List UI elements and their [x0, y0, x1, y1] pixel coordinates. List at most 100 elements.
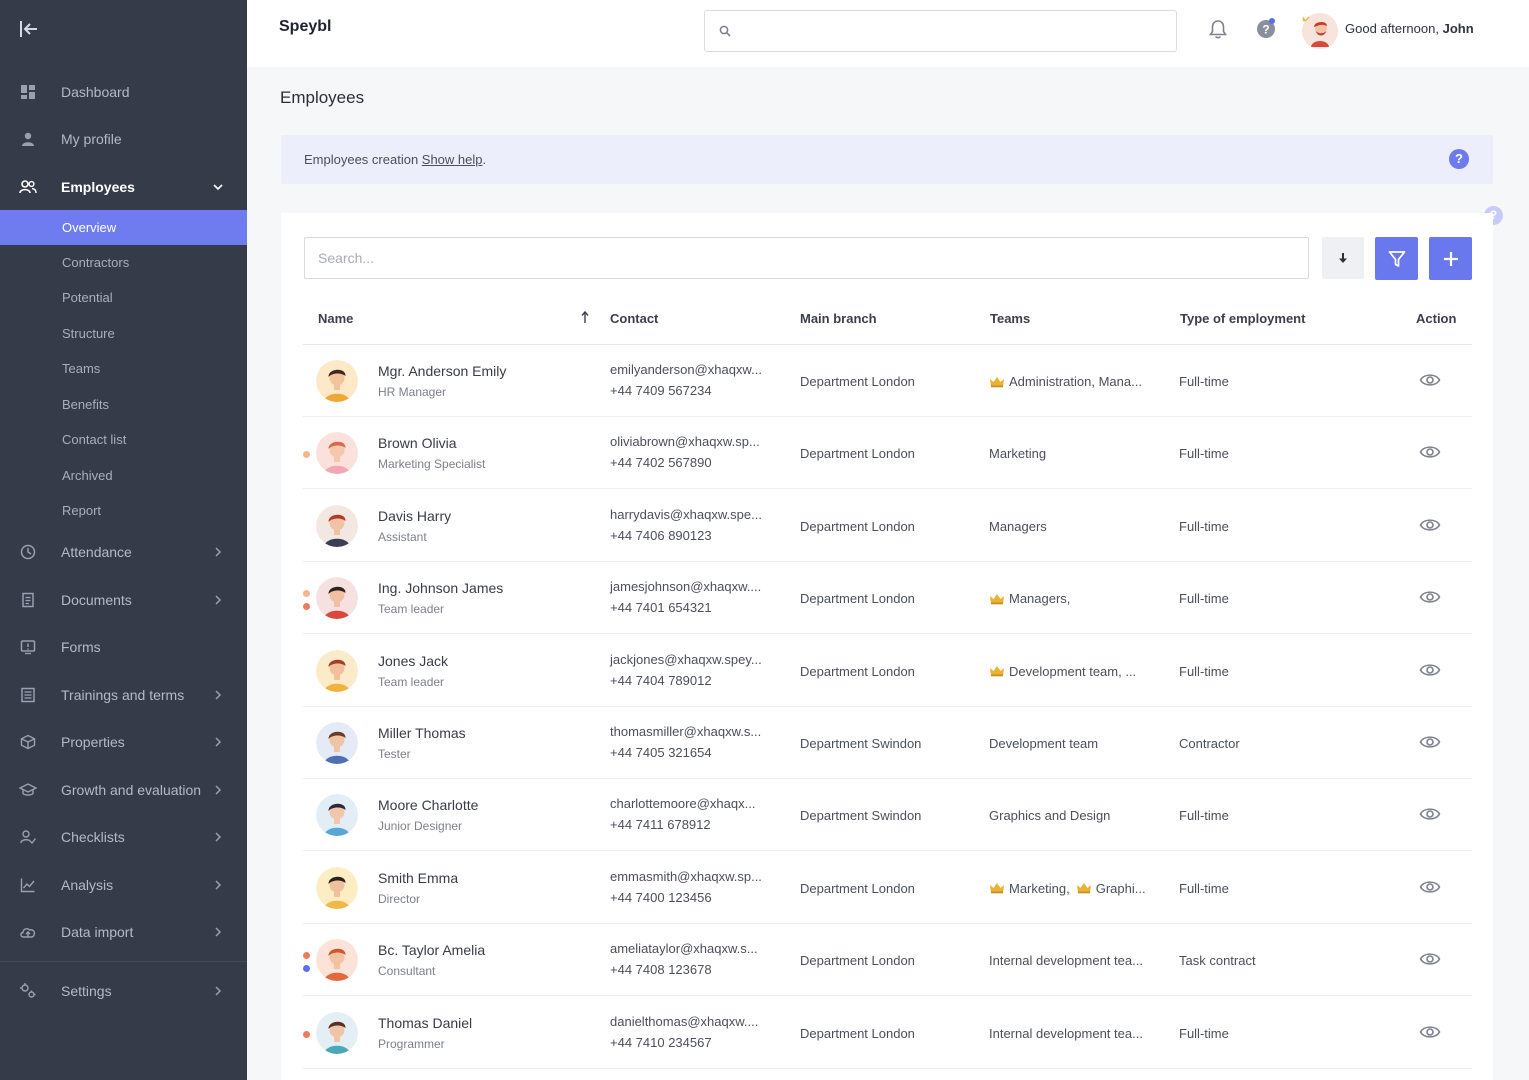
team-label: Marketing, — [1009, 880, 1070, 896]
view-eye-icon[interactable] — [1419, 951, 1441, 967]
employee-position: Tester — [378, 747, 411, 761]
avatar[interactable] — [316, 722, 358, 764]
sidebar-subitem-teams[interactable]: Teams — [0, 351, 247, 386]
avatar[interactable] — [316, 1011, 358, 1054]
avatar[interactable] — [316, 649, 358, 692]
sidebar-item-trainings[interactable]: Trainings and terms — [0, 675, 247, 715]
view-eye-icon[interactable] — [1419, 372, 1441, 388]
employee-email: charlottemoore@xhaqx... — [610, 796, 756, 812]
avatar[interactable] — [316, 939, 358, 982]
avatar[interactable] — [316, 432, 358, 475]
table-row[interactable]: Thomas Daniel Programmer danielthomas@xhaq… — [303, 997, 1472, 1069]
subitem-label: Report — [62, 503, 102, 518]
employee-position: Programmer — [378, 1036, 445, 1051]
column-header-name[interactable]: Name — [318, 311, 353, 326]
table-row[interactable]: Bc. Taylor Amelia Consultant ameliataylor@… — [303, 924, 1472, 997]
avatar[interactable] — [316, 866, 358, 909]
sidebar-subitem-overview[interactable]: Overview — [0, 210, 247, 245]
sidebar-item-growth[interactable]: Growth and evaluation — [0, 770, 247, 810]
sidebar-item-checklists[interactable]: Checklists — [0, 817, 247, 857]
employment-type: Full-time — [1179, 374, 1229, 389]
sidebar-item-settings[interactable]: Settings — [0, 971, 247, 1011]
column-header-main-branch[interactable]: Main branch — [800, 311, 877, 326]
sidebar-subitem-archived[interactable]: Archived — [0, 458, 247, 493]
bell-icon[interactable] — [1207, 18, 1229, 40]
table-row[interactable]: Moore Charlotte Junior Designer charlottem… — [303, 779, 1472, 852]
form-icon — [19, 638, 37, 656]
team-label: Administration, Mana... — [1009, 374, 1142, 389]
employee-phone: +44 7404 789012 — [610, 672, 712, 688]
sidebar-item-analysis[interactable]: Analysis — [0, 865, 247, 905]
add-employee-button[interactable] — [1429, 237, 1472, 280]
view-eye-icon[interactable] — [1419, 1024, 1441, 1040]
sidebar-subitem-contact-list[interactable]: Contact list — [0, 422, 247, 457]
sidebar-subitem-report[interactable]: Report — [0, 493, 247, 528]
sidebar-subitem-benefits[interactable]: Benefits — [0, 387, 247, 422]
filter-button[interactable] — [1375, 237, 1418, 280]
chevron-right-icon — [215, 595, 222, 605]
sidebar-subitem-contractors[interactable]: Contractors — [0, 245, 247, 280]
collapse-sidebar-icon[interactable] — [18, 18, 40, 40]
question-icon[interactable]: ? — [1449, 149, 1469, 169]
team-label: Development team — [989, 736, 1099, 751]
view-eye-icon[interactable] — [1419, 517, 1441, 533]
view-eye-icon[interactable] — [1419, 444, 1441, 460]
table-row[interactable]: Miller Thomas Tester thomasmiller@xhaqxw.s… — [303, 707, 1472, 779]
svg-text:?: ? — [1262, 23, 1269, 37]
sidebar-subitem-potential[interactable]: Potential — [0, 280, 247, 315]
column-header-contact[interactable]: Contact — [610, 311, 658, 326]
sort-ascending-icon[interactable] — [580, 310, 590, 324]
sidebar-item-label: Documents — [61, 592, 132, 608]
view-eye-icon[interactable] — [1419, 879, 1441, 895]
sidebar-item-label: Analysis — [61, 877, 114, 893]
sidebar-item-properties[interactable]: Properties — [0, 722, 247, 762]
table-search-field[interactable] — [304, 237, 1309, 279]
table-row[interactable]: Smith Emma Director emmasmith@xhaqxw.sp...… — [303, 852, 1472, 924]
sidebar-item-my-profile[interactable]: My profile — [0, 119, 247, 159]
employee-position: Marketing Specialist — [378, 457, 486, 472]
view-eye-icon[interactable] — [1419, 806, 1441, 822]
status-dot — [303, 590, 310, 598]
view-eye-icon[interactable] — [1419, 662, 1441, 678]
table-row[interactable]: Ing. Johnson James Team leader jamesjohnso… — [303, 562, 1472, 635]
sidebar-item-documents[interactable]: Documents — [0, 580, 247, 620]
column-header-type[interactable]: Type of employment — [1180, 311, 1305, 326]
table-row[interactable]: Mgr. Anderson Emily HR Manager emilyanders… — [303, 345, 1472, 417]
user-avatar[interactable] — [1302, 13, 1338, 49]
employee-name: Bc. Taylor Amelia — [378, 942, 486, 959]
sidebar-item-forms[interactable]: Forms — [0, 627, 247, 667]
chevron-right-icon — [215, 785, 222, 795]
column-header-teams[interactable]: Teams — [990, 311, 1030, 326]
top-bar: Speybl ? Good afternoon, John — [247, 0, 1529, 67]
download-button[interactable] — [1322, 237, 1364, 279]
global-search-input[interactable] — [704, 10, 1177, 52]
show-help-link[interactable]: Show help — [422, 152, 483, 167]
box-icon — [19, 733, 37, 751]
employee-branch: Department London — [800, 663, 915, 679]
view-eye-icon[interactable] — [1419, 734, 1441, 750]
table-row[interactable]: Davis Harry Assistant harrydavis@xhaqxw.sp… — [303, 490, 1472, 562]
brand-logo[interactable]: Speybl — [279, 18, 331, 36]
table-row[interactable]: Brown Olivia Marketing Specialist oliviabr… — [303, 417, 1472, 490]
employment-type: Full-time — [1179, 880, 1229, 896]
sidebar-subitem-structure[interactable]: Structure — [0, 316, 247, 351]
sidebar-item-employees[interactable]: Employees — [0, 167, 247, 207]
employee-position: Consultant — [378, 964, 436, 979]
sidebar-item-data-import[interactable]: Data import — [0, 912, 247, 952]
help-icon[interactable]: ? — [1255, 17, 1277, 39]
sidebar-item-attendance[interactable]: Attendance — [0, 532, 247, 572]
avatar[interactable] — [316, 360, 358, 402]
sidebar-item-dashboard[interactable]: Dashboard — [0, 72, 247, 112]
avatar[interactable] — [316, 794, 358, 837]
view-eye-icon[interactable] — [1419, 589, 1441, 605]
avatar[interactable] — [316, 504, 358, 547]
employment-type: Full-time — [1179, 663, 1229, 679]
avatar[interactable] — [316, 577, 358, 620]
employee-phone: +44 7401 654321 — [610, 600, 712, 616]
table-search-input[interactable] — [305, 238, 1308, 278]
subitem-label: Archived — [62, 468, 113, 483]
employee-branch: Department London — [800, 1025, 915, 1041]
greeting-text: Good afternoon, John — [1345, 21, 1474, 36]
table-row[interactable]: Jones Jack Team leader jackjones@xhaqxw.sp… — [303, 635, 1472, 707]
employee-branch: Department London — [800, 591, 915, 607]
